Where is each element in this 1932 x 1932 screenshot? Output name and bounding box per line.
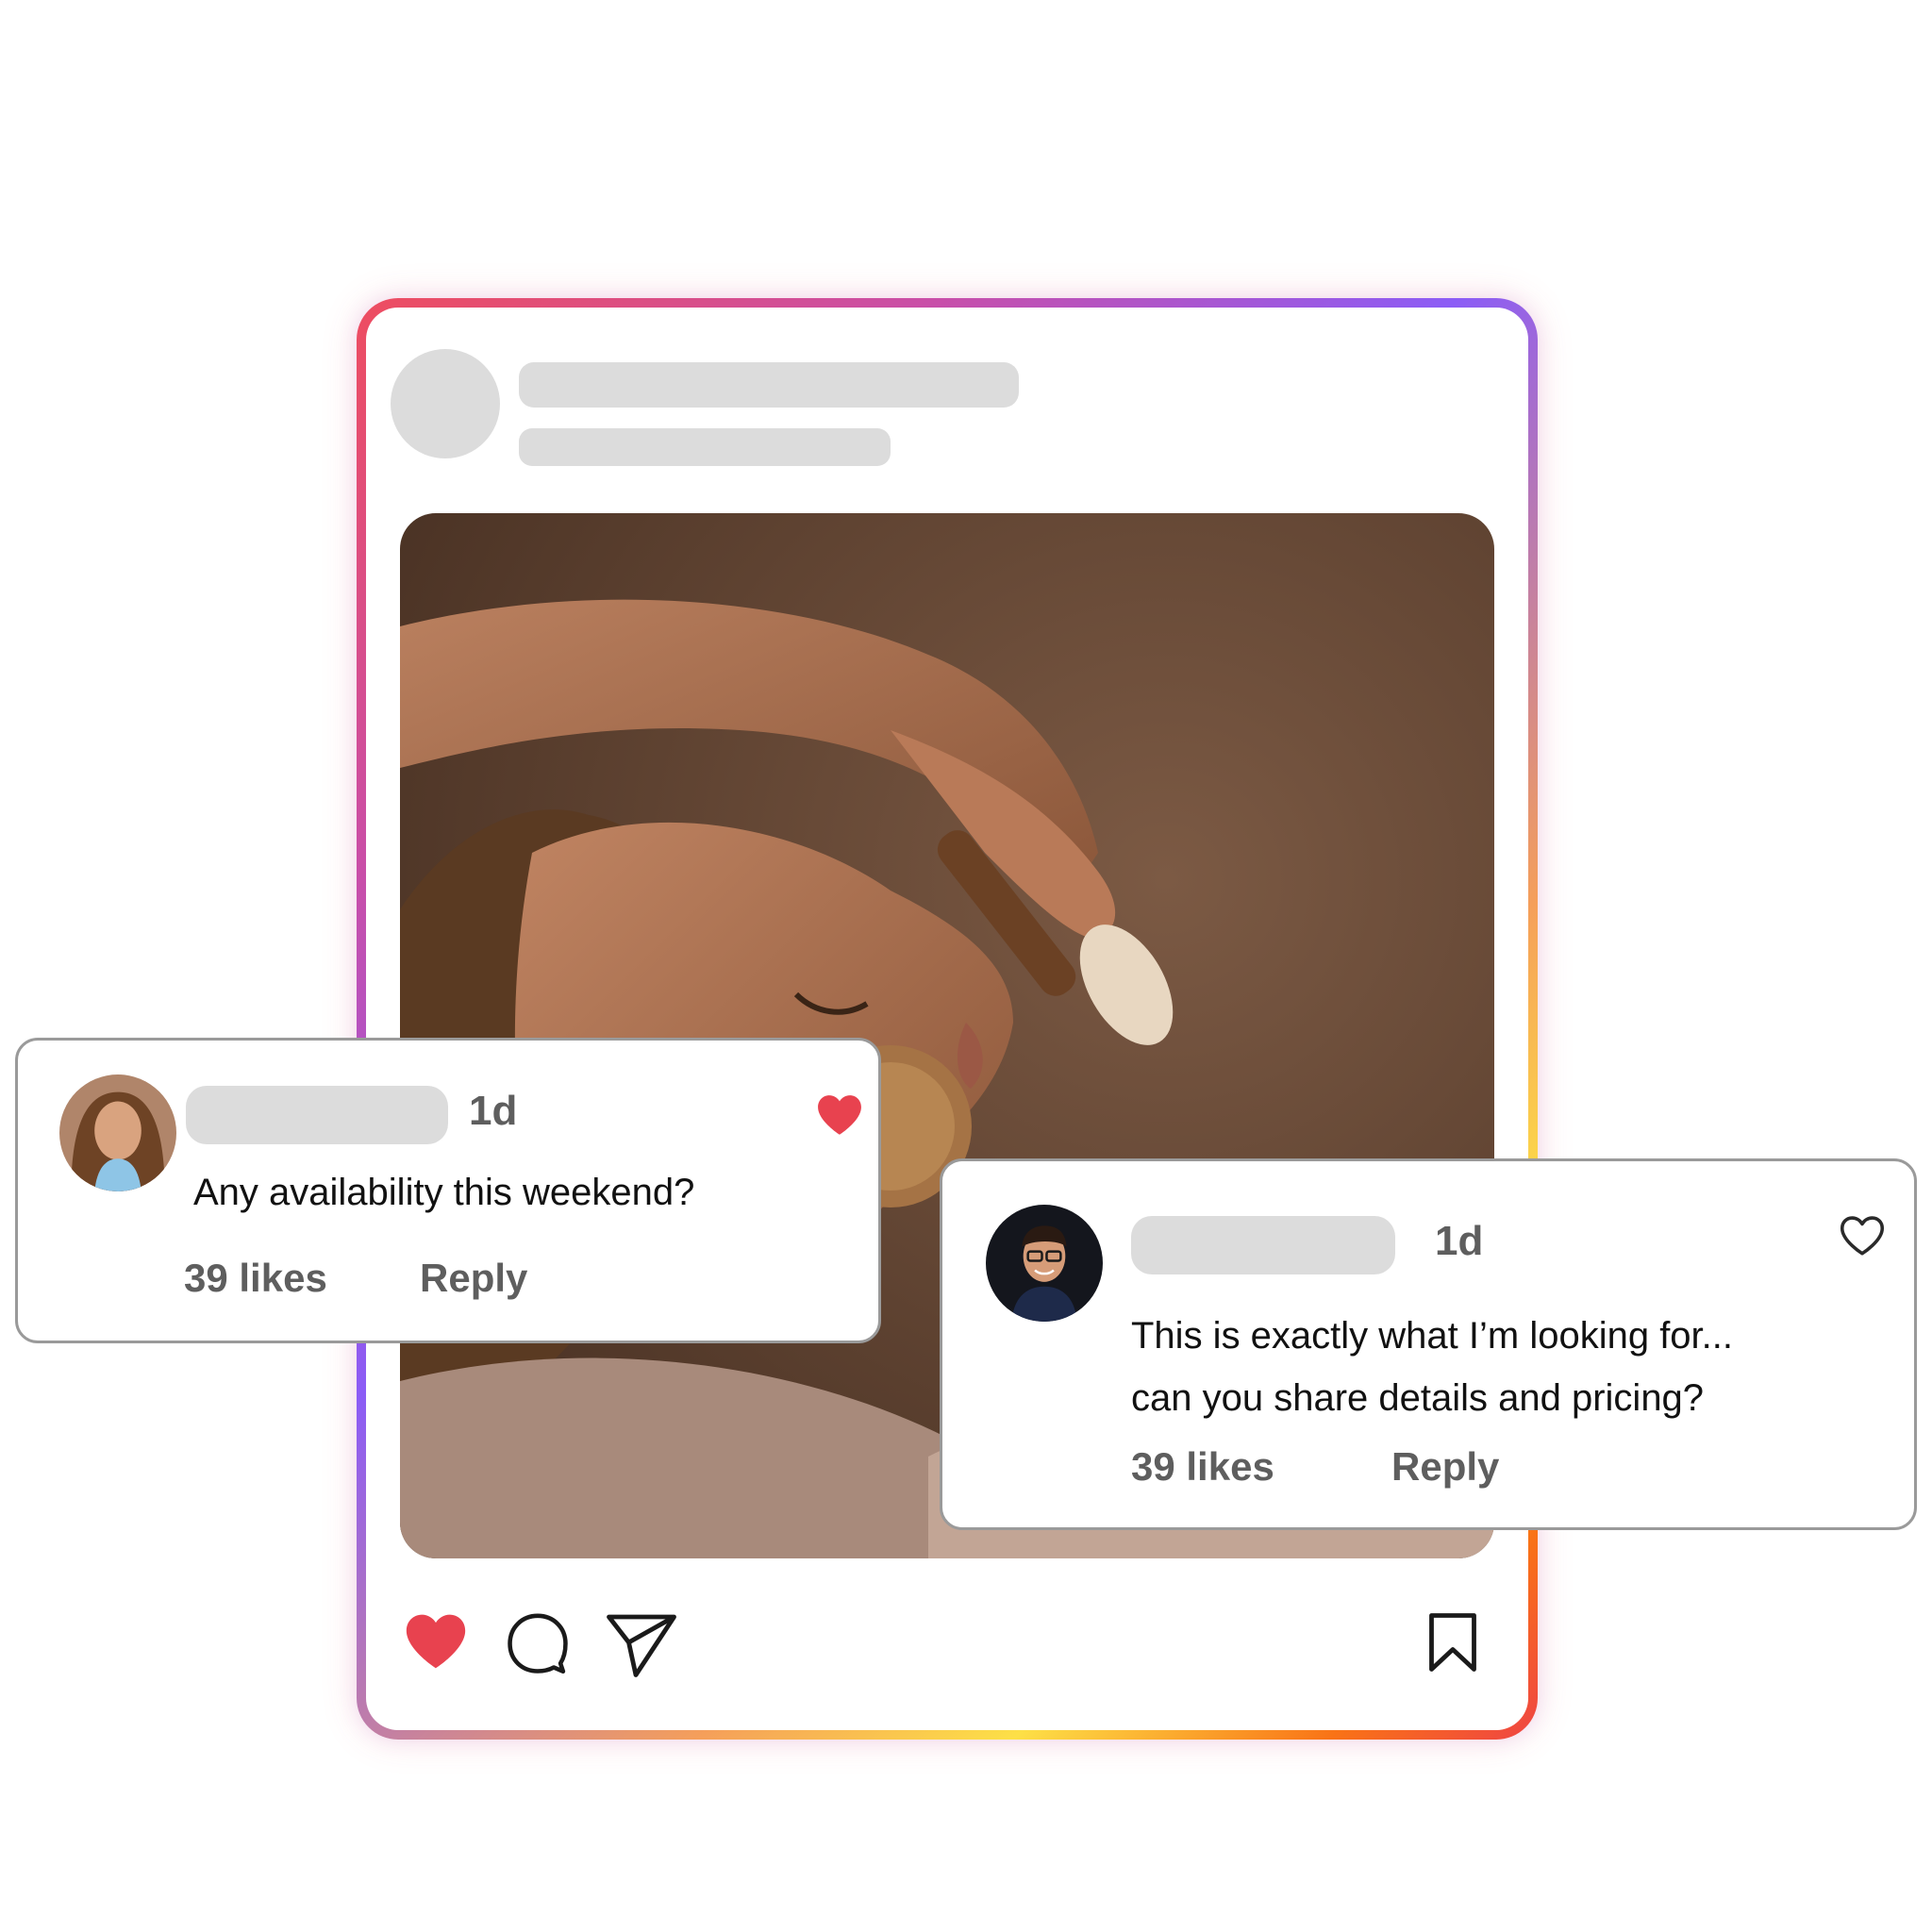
commenter-name-placeholder — [1131, 1216, 1395, 1274]
comment-text-line: can you share details and pricing? — [1131, 1377, 1705, 1419]
comment-timestamp: 1d — [1435, 1218, 1484, 1264]
comment-timestamp: 1d — [469, 1088, 518, 1134]
comment-text: Any availability this weekend? — [193, 1172, 695, 1213]
author-name-placeholder — [519, 362, 1019, 408]
comment-card: 1d Any availability this weekend? 39 lik… — [15, 1038, 881, 1343]
comment-card: 1d This is exactly what I’m looking for.… — [940, 1158, 1917, 1530]
comment-text: This is exactly what I’m looking for... … — [1131, 1305, 1733, 1429]
heart-filled-icon[interactable] — [404, 1611, 468, 1679]
reply-button[interactable]: Reply — [1391, 1444, 1499, 1490]
avatar[interactable] — [986, 1205, 1103, 1322]
heart-outline-icon[interactable] — [1839, 1214, 1886, 1257]
comment-likes-count[interactable]: 39 likes — [184, 1256, 327, 1301]
reply-button[interactable]: Reply — [420, 1256, 527, 1301]
author-subtitle-placeholder — [519, 428, 891, 466]
comment-text-line: This is exactly what I’m looking for... — [1131, 1315, 1734, 1357]
paper-plane-icon[interactable] — [604, 1611, 679, 1679]
comment-bubble-icon[interactable] — [504, 1611, 572, 1679]
avatar[interactable] — [59, 1074, 176, 1191]
heart-filled-icon[interactable] — [816, 1093, 863, 1137]
commenter-name-placeholder — [186, 1086, 448, 1144]
comment-likes-count[interactable]: 39 likes — [1131, 1444, 1274, 1490]
post-action-bar — [400, 1611, 1494, 1687]
bookmark-icon[interactable] — [1426, 1611, 1479, 1679]
author-avatar-placeholder — [391, 349, 500, 458]
